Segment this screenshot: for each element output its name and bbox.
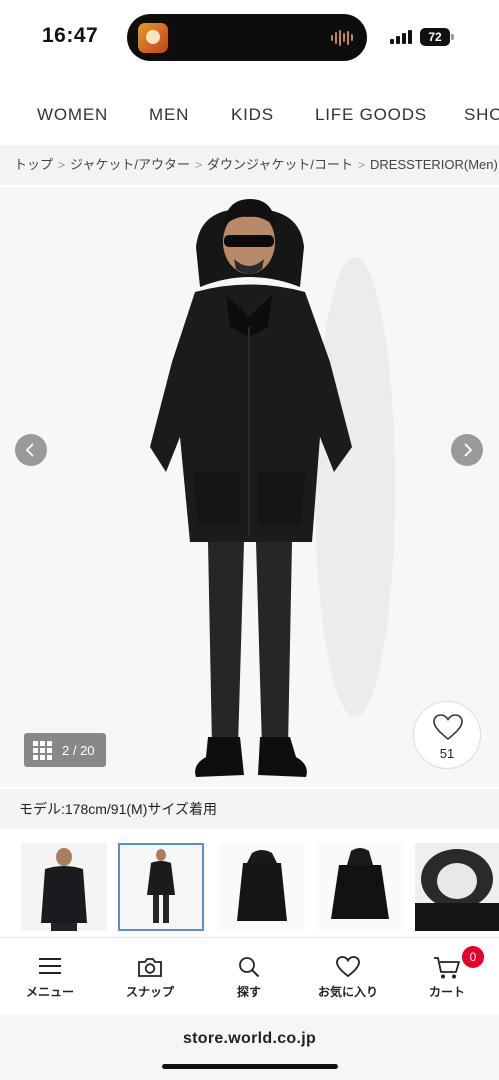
category-kids[interactable]: KIDS [231,105,274,125]
battery-cap [451,34,454,40]
tab-search-label: 探す [236,985,261,999]
tab-cart[interactable]: カート [397,938,497,1014]
cart-count-badge: 0 [462,946,484,968]
search-icon [239,957,260,978]
heart-icon [433,714,463,741]
breadcrumb-separator-icon: > [357,158,365,172]
thumbnail-image [317,843,403,931]
category-shop[interactable]: SHO [464,105,499,125]
tab-menu[interactable]: メニュー [0,938,100,1014]
status-time: 16:47 [42,24,99,47]
image-counter-text: 2 / 20 [62,742,95,758]
chevron-left-icon [25,443,34,457]
breadcrumb-down-jackets[interactable]: ダウンジャケット/コート [207,157,353,172]
favorite-count: 51 [439,746,455,761]
image-counter-button[interactable]: 2 / 20 [24,733,106,767]
tab-snap[interactable]: スナップ [100,938,200,1014]
tab-snap-label: スナップ [125,985,174,999]
thumbnail-3[interactable] [219,843,305,931]
prev-image-button[interactable] [15,434,47,466]
breadcrumb-top[interactable]: トップ [14,157,53,172]
camera-icon [138,958,162,977]
thumbnail-2-selected[interactable] [118,843,204,931]
tab-favorites[interactable]: お気に入り [298,938,398,1014]
category-life-goods[interactable]: LIFE GOODS [315,105,427,125]
thumbnail-5[interactable] [415,843,499,931]
browser-url-bar[interactable]: store.world.co.jp [0,1014,499,1080]
thumbnail-1[interactable] [21,843,107,931]
grid-icon [33,740,52,760]
heart-icon [336,956,360,978]
breadcrumb-brand[interactable]: DRESSTERIOR(Men) [370,157,498,172]
dynamic-island [127,14,367,61]
cellular-signal-icon [390,30,412,44]
cart-icon [434,957,460,979]
thumbnail-4[interactable] [317,843,403,931]
thumbnail-image [21,843,107,931]
breadcrumb-separator-icon: > [195,158,203,172]
next-image-button[interactable] [451,434,483,466]
now-playing-app-icon [138,23,168,53]
bottom-tab-bar: メニュー スナップ 探す お気に入り カート [0,937,499,1013]
chevron-right-icon [464,443,473,457]
status-bar: 16:47 72 [0,0,499,80]
tab-menu-label: メニュー [25,985,74,999]
breadcrumb-separator-icon: > [58,158,66,172]
thumbnail-image [415,843,499,931]
model-photo [0,187,499,787]
breadcrumb-jackets[interactable]: ジャケット/アウター [70,157,190,172]
breadcrumb: トップ > ジャケット/アウター > ダウンジャケット/コート > DRESSTERIOR(… [0,145,499,185]
thumbnail-image [120,845,202,929]
category-women[interactable]: WOMEN [37,105,108,125]
tab-search[interactable]: 探す [199,938,299,1014]
category-nav: WOMEN MEN KIDS LIFE GOODS SHO [0,90,499,140]
battery-icon: 72 [420,28,450,46]
thumbnail-image [219,843,305,931]
url-text[interactable]: store.world.co.jp [0,1030,499,1048]
thumbnail-strip [0,843,499,935]
product-image-gallery[interactable]: 2 / 20 51 [0,187,499,787]
tab-cart-label: カート [428,985,465,999]
category-men[interactable]: MEN [149,105,189,125]
audio-waveform-icon [331,29,353,46]
model-size-info: モデル:178cm/91(M)サイズ着用 [0,789,499,829]
favorite-button[interactable]: 51 [413,701,481,769]
tab-favorites-label: お気に入り [317,985,378,999]
hamburger-menu-icon [39,958,61,974]
home-indicator[interactable] [162,1064,338,1069]
